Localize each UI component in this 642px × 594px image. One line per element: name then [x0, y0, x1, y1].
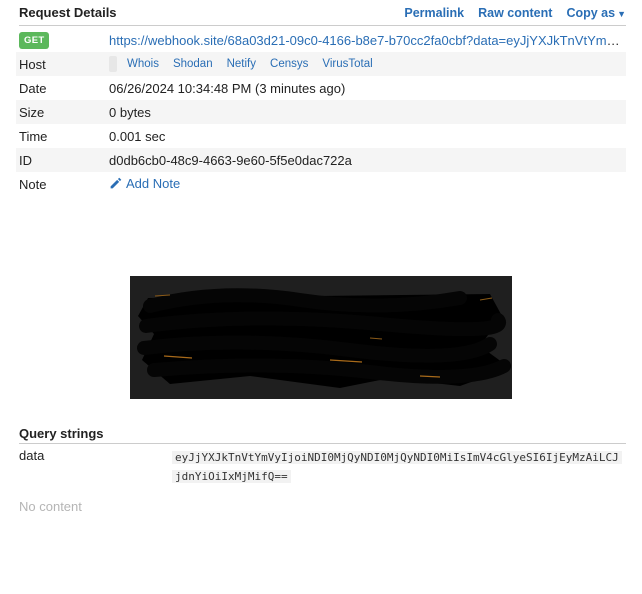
host-row: Host Whois Shodan Netify Censys VirusTot…: [16, 52, 626, 76]
netify-link[interactable]: Netify: [227, 58, 256, 70]
time-row: Time 0.001 sec: [16, 124, 626, 148]
shodan-link[interactable]: Shodan: [173, 58, 213, 70]
query-strings-title: Query strings: [19, 425, 104, 441]
header-actions: Permalink Raw content Copy as ▼: [404, 6, 626, 20]
host-label: Host: [19, 56, 46, 72]
note-row: Note Add Note: [16, 172, 626, 196]
request-details-header: Request Details Permalink Raw content Co…: [19, 0, 626, 26]
host-address-chip: [109, 56, 117, 72]
time-label: Time: [19, 128, 48, 144]
permalink-link[interactable]: Permalink: [404, 6, 464, 20]
censys-link[interactable]: Censys: [270, 58, 308, 70]
id-label: ID: [19, 152, 32, 168]
whois-link[interactable]: Whois: [127, 58, 159, 70]
no-content-text: No content: [19, 499, 82, 514]
size-row: Size 0 bytes: [16, 100, 626, 124]
request-url-link[interactable]: https://webhook.site/68a03d21-09c0-4166-…: [109, 33, 626, 48]
date-row: Date 06/26/2024 10:34:48 PM (3 minutes a…: [16, 76, 626, 100]
size-value: 0 bytes: [109, 104, 151, 120]
query-strings-header: Query strings: [19, 423, 626, 444]
copy-as-dropdown[interactable]: Copy as ▼: [566, 6, 626, 20]
size-label: Size: [19, 104, 45, 120]
host-value: Whois Shodan Netify Censys VirusTotal: [109, 56, 626, 72]
date-value: 06/26/2024 10:34:48 PM (3 minutes ago): [109, 80, 346, 96]
add-note-button[interactable]: Add Note: [109, 176, 180, 191]
time-value: 0.001 sec: [109, 128, 166, 144]
pencil-icon: [110, 177, 122, 188]
date-label: Date: [19, 80, 47, 96]
add-note-label: Add Note: [126, 175, 181, 191]
redaction-scribble: [130, 276, 512, 399]
caret-down-icon: ▼: [617, 8, 626, 19]
request-details-title: Request Details: [19, 5, 117, 20]
id-value: d0db6cb0-48c9-4663-9e60-5f5e0dac722a: [109, 152, 352, 168]
query-param-row: data eyJjYXJkTnVtYmVyIjoiNDI0MjQyNDI0MjQ…: [16, 448, 626, 486]
method-url-row: GET https://webhook.site/68a03d21-09c0-4…: [16, 28, 626, 52]
query-param-value: eyJjYXJkTnVtYmVyIjoiNDI0MjQyNDI0MjQyNDI0…: [172, 451, 622, 483]
copy-as-label: Copy as: [566, 5, 616, 20]
method-badge: GET: [19, 32, 50, 49]
virustotal-link[interactable]: VirusTotal: [322, 58, 372, 70]
raw-content-link[interactable]: Raw content: [478, 6, 552, 20]
id-row: ID d0db6cb0-48c9-4663-9e60-5f5e0dac722a: [16, 148, 626, 172]
note-label: Note: [19, 176, 47, 192]
request-details-table: GET https://webhook.site/68a03d21-09c0-4…: [16, 28, 626, 196]
query-param-key: data: [19, 448, 45, 463]
redacted-image: [130, 276, 512, 399]
